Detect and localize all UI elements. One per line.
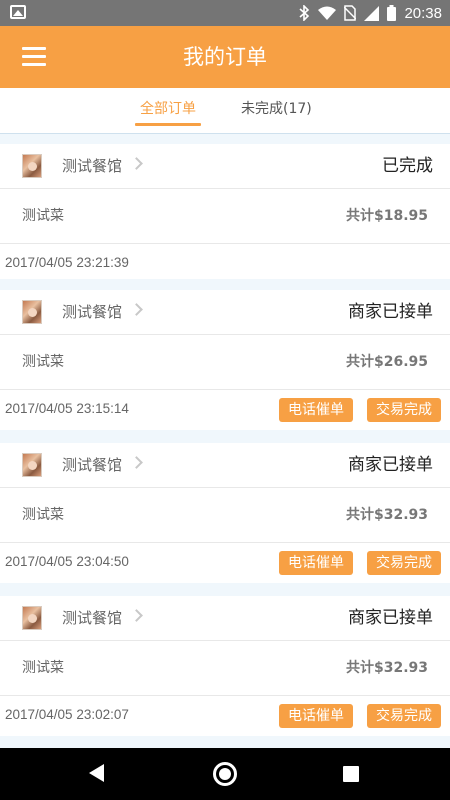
status-time: 20:38	[404, 4, 442, 22]
restaurant-name: 测试餐馆	[62, 456, 123, 474]
restaurant-row[interactable]: 测试餐馆 商家已接单	[0, 443, 450, 488]
system-nav-bar	[0, 748, 450, 800]
order-card: 测试餐馆 商家已接单 测试菜 共计$32.93 2017/04/05 23:04…	[0, 443, 450, 583]
order-status: 已完成	[382, 156, 433, 176]
dish-row: 测试菜 共计$26.95	[0, 335, 450, 390]
wifi-icon	[318, 6, 337, 20]
order-card: 测试餐馆 商家已接单 测试菜 共计$26.95 2017/04/05 23:15…	[0, 290, 450, 430]
order-total: 共计$32.93	[345, 507, 428, 523]
restaurant-avatar	[22, 154, 42, 178]
dish-name: 测试菜	[22, 660, 64, 676]
restaurant-name: 测试餐馆	[62, 303, 123, 321]
call-urge-button[interactable]: 电话催单	[279, 704, 353, 728]
restaurant-name: 测试餐馆	[62, 157, 123, 175]
tab-active-indicator	[135, 123, 201, 126]
chevron-right-icon	[130, 303, 143, 316]
order-tabs: 全部订单 未完成(17)	[0, 88, 450, 134]
recents-icon[interactable]	[343, 766, 359, 782]
order-status: 商家已接单	[348, 608, 433, 628]
order-status: 商家已接单	[348, 455, 433, 475]
call-urge-button[interactable]: 电话催单	[279, 398, 353, 422]
battery-icon	[387, 5, 397, 21]
dish-row: 测试菜 共计$32.93	[0, 641, 450, 696]
dish-name: 测试菜	[22, 208, 64, 224]
tab-label: 全部订单	[140, 101, 196, 117]
chevron-right-icon	[130, 157, 143, 170]
dish-row: 测试菜 共计$32.93	[0, 488, 450, 543]
chevron-right-icon	[130, 456, 143, 469]
no-sim-icon	[344, 5, 357, 21]
order-card: 测试餐馆 商家已接单 测试菜 共计$32.93 2017/04/05 23:02…	[0, 596, 450, 736]
chevron-right-icon	[130, 609, 143, 622]
restaurant-row[interactable]: 测试餐馆 商家已接单	[0, 290, 450, 335]
app-bar: 我的订单	[0, 26, 450, 88]
order-total: 共计$26.95	[345, 354, 428, 370]
order-time: 2017/04/05 23:21:39	[5, 255, 129, 270]
status-bar: 20:38	[0, 0, 450, 26]
tab-all-orders[interactable]: 全部订单	[135, 88, 201, 134]
restaurant-row[interactable]: 测试餐馆 已完成	[0, 144, 450, 189]
back-icon[interactable]	[89, 764, 104, 782]
complete-transaction-button[interactable]: 交易完成	[367, 704, 441, 728]
complete-transaction-button[interactable]: 交易完成	[367, 551, 441, 575]
complete-transaction-button[interactable]: 交易完成	[367, 398, 441, 422]
order-time: 2017/04/05 23:04:50	[5, 554, 129, 569]
order-footer: 2017/04/05 23:15:14 电话催单 交易完成	[0, 390, 450, 430]
dish-name: 测试菜	[22, 507, 64, 523]
dish-row: 测试菜 共计$18.95	[0, 189, 450, 244]
order-time: 2017/04/05 23:02:07	[5, 707, 129, 722]
order-card: 测试餐馆 已完成 测试菜 共计$18.95 2017/04/05 23:21:3…	[0, 144, 450, 279]
order-total: 共计$32.93	[345, 660, 428, 676]
order-footer: 2017/04/05 23:02:07 电话催单 交易完成	[0, 696, 450, 736]
restaurant-avatar	[22, 300, 42, 324]
order-footer: 2017/04/05 23:04:50 电话催单 交易完成	[0, 543, 450, 583]
signal-icon	[364, 5, 380, 21]
tab-unfinished[interactable]: 未完成(17)	[241, 88, 312, 134]
page-title: 我的订单	[183, 45, 267, 69]
call-urge-button[interactable]: 电话催单	[279, 551, 353, 575]
restaurant-avatar	[22, 453, 42, 477]
order-status: 商家已接单	[348, 302, 433, 322]
tab-label: 未完成(17)	[241, 101, 312, 117]
order-time: 2017/04/05 23:15:14	[5, 401, 129, 416]
home-icon[interactable]	[213, 762, 237, 786]
image-icon	[10, 5, 26, 19]
order-total: 共计$18.95	[345, 208, 428, 224]
dish-name: 测试菜	[22, 354, 64, 370]
bluetooth-icon	[299, 5, 310, 21]
restaurant-row[interactable]: 测试餐馆 商家已接单	[0, 596, 450, 641]
restaurant-name: 测试餐馆	[62, 609, 123, 627]
restaurant-avatar	[22, 606, 42, 630]
order-footer: 2017/04/05 23:21:39	[0, 244, 450, 279]
